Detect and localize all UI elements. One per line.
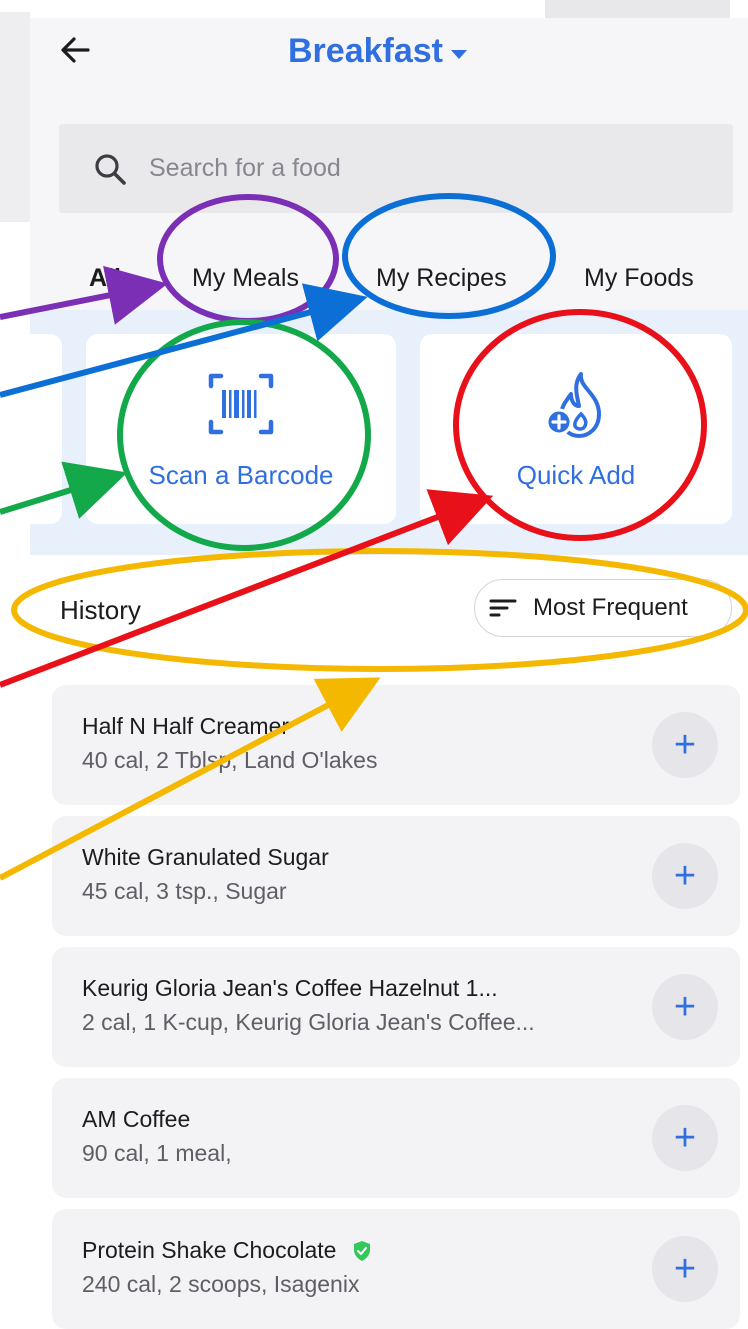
add-food-button[interactable]: +: [652, 712, 718, 778]
plus-icon: +: [673, 986, 697, 1028]
arrow-left-icon: [61, 37, 90, 63]
background-strip: [0, 0, 30, 12]
food-item[interactable]: AM Coffee 90 cal, 1 meal, +: [52, 1078, 740, 1198]
action-card-partial[interactable]: [18, 334, 62, 524]
food-detail: 40 cal, 2 Tblsp, Land O'lakes: [82, 747, 378, 773]
tab-all[interactable]: All: [89, 264, 121, 293]
add-food-button[interactable]: +: [652, 974, 718, 1040]
sort-label: Most Frequent: [533, 594, 688, 621]
food-detail: 45 cal, 3 tsp., Sugar: [82, 878, 287, 904]
background-panel: [0, 0, 30, 222]
sort-button[interactable]: Most Frequent: [474, 579, 732, 637]
food-name: AM Coffee: [82, 1106, 190, 1133]
back-button[interactable]: [58, 32, 94, 68]
app-screen: Breakfast Search for a food All My Meals…: [18, 18, 748, 1329]
add-food-button[interactable]: +: [652, 1105, 718, 1171]
tab-bar: All My Meals My Recipes My Foods: [30, 240, 748, 320]
barcode-scan-icon: [208, 373, 274, 435]
food-name: White Granulated Sugar: [82, 844, 329, 871]
quick-actions: Scan a Barcode Quick Add: [18, 310, 748, 555]
food-name-text: White Granulated Sugar: [82, 844, 329, 870]
header: Breakfast: [30, 18, 748, 88]
chevron-down-icon: [450, 50, 467, 59]
food-detail: 90 cal, 1 meal,: [82, 1140, 232, 1166]
verified-shield-icon: [354, 1240, 371, 1261]
search-placeholder: Search for a food: [149, 154, 341, 182]
food-name: Protein Shake Chocolate: [82, 1237, 372, 1264]
food-item[interactable]: Keurig Gloria Jean's Coffee Hazelnut 1..…: [52, 947, 740, 1067]
plus-icon: +: [673, 1117, 697, 1159]
food-name: Half N Half Creamer: [82, 713, 289, 740]
food-item[interactable]: White Granulated Sugar 45 cal, 3 tsp., S…: [52, 816, 740, 936]
food-name: Keurig Gloria Jean's Coffee Hazelnut 1..…: [82, 975, 498, 1002]
scan-barcode-button[interactable]: Scan a Barcode: [86, 334, 396, 524]
quick-add-label: Quick Add: [516, 460, 636, 490]
tab-my-recipes[interactable]: My Recipes: [376, 264, 507, 293]
background-panel-right: [545, 0, 730, 18]
flame-plus-icon: [545, 372, 601, 438]
history-section: History Most Frequent Half N Half Creame…: [30, 555, 748, 1329]
history-heading: History: [60, 595, 141, 625]
tab-my-foods[interactable]: My Foods: [584, 264, 694, 293]
food-name-text: AM Coffee: [82, 1106, 191, 1132]
tab-my-meals[interactable]: My Meals: [192, 264, 299, 293]
add-food-button[interactable]: +: [652, 1236, 718, 1302]
food-item[interactable]: Protein Shake Chocolate 240 cal, 2 scoop…: [52, 1209, 740, 1329]
food-name-text: Keurig Gloria Jean's Coffee Hazelnut 1..…: [82, 975, 498, 1001]
food-name-text: Protein Shake Chocolate: [82, 1237, 337, 1263]
food-detail: 2 cal, 1 K-cup, Keurig Gloria Jean's Cof…: [82, 1009, 535, 1035]
food-detail: 240 cal, 2 scoops, Isagenix: [82, 1271, 360, 1297]
food-item[interactable]: Half N Half Creamer 40 cal, 2 Tblsp, Lan…: [52, 685, 740, 805]
add-food-button[interactable]: +: [652, 843, 718, 909]
plus-icon: +: [673, 724, 697, 766]
meal-selector[interactable]: Breakfast: [288, 32, 467, 71]
plus-icon: +: [673, 855, 697, 897]
plus-icon: +: [673, 1248, 697, 1290]
page-title: Breakfast: [288, 32, 443, 70]
search-icon: [95, 153, 126, 185]
scan-barcode-label: Scan a Barcode: [148, 460, 334, 490]
sort-lines-icon: [489, 599, 517, 617]
search-input[interactable]: Search for a food: [59, 124, 733, 213]
food-name-text: Half N Half Creamer: [82, 713, 290, 739]
quick-add-button[interactable]: Quick Add: [420, 334, 732, 524]
